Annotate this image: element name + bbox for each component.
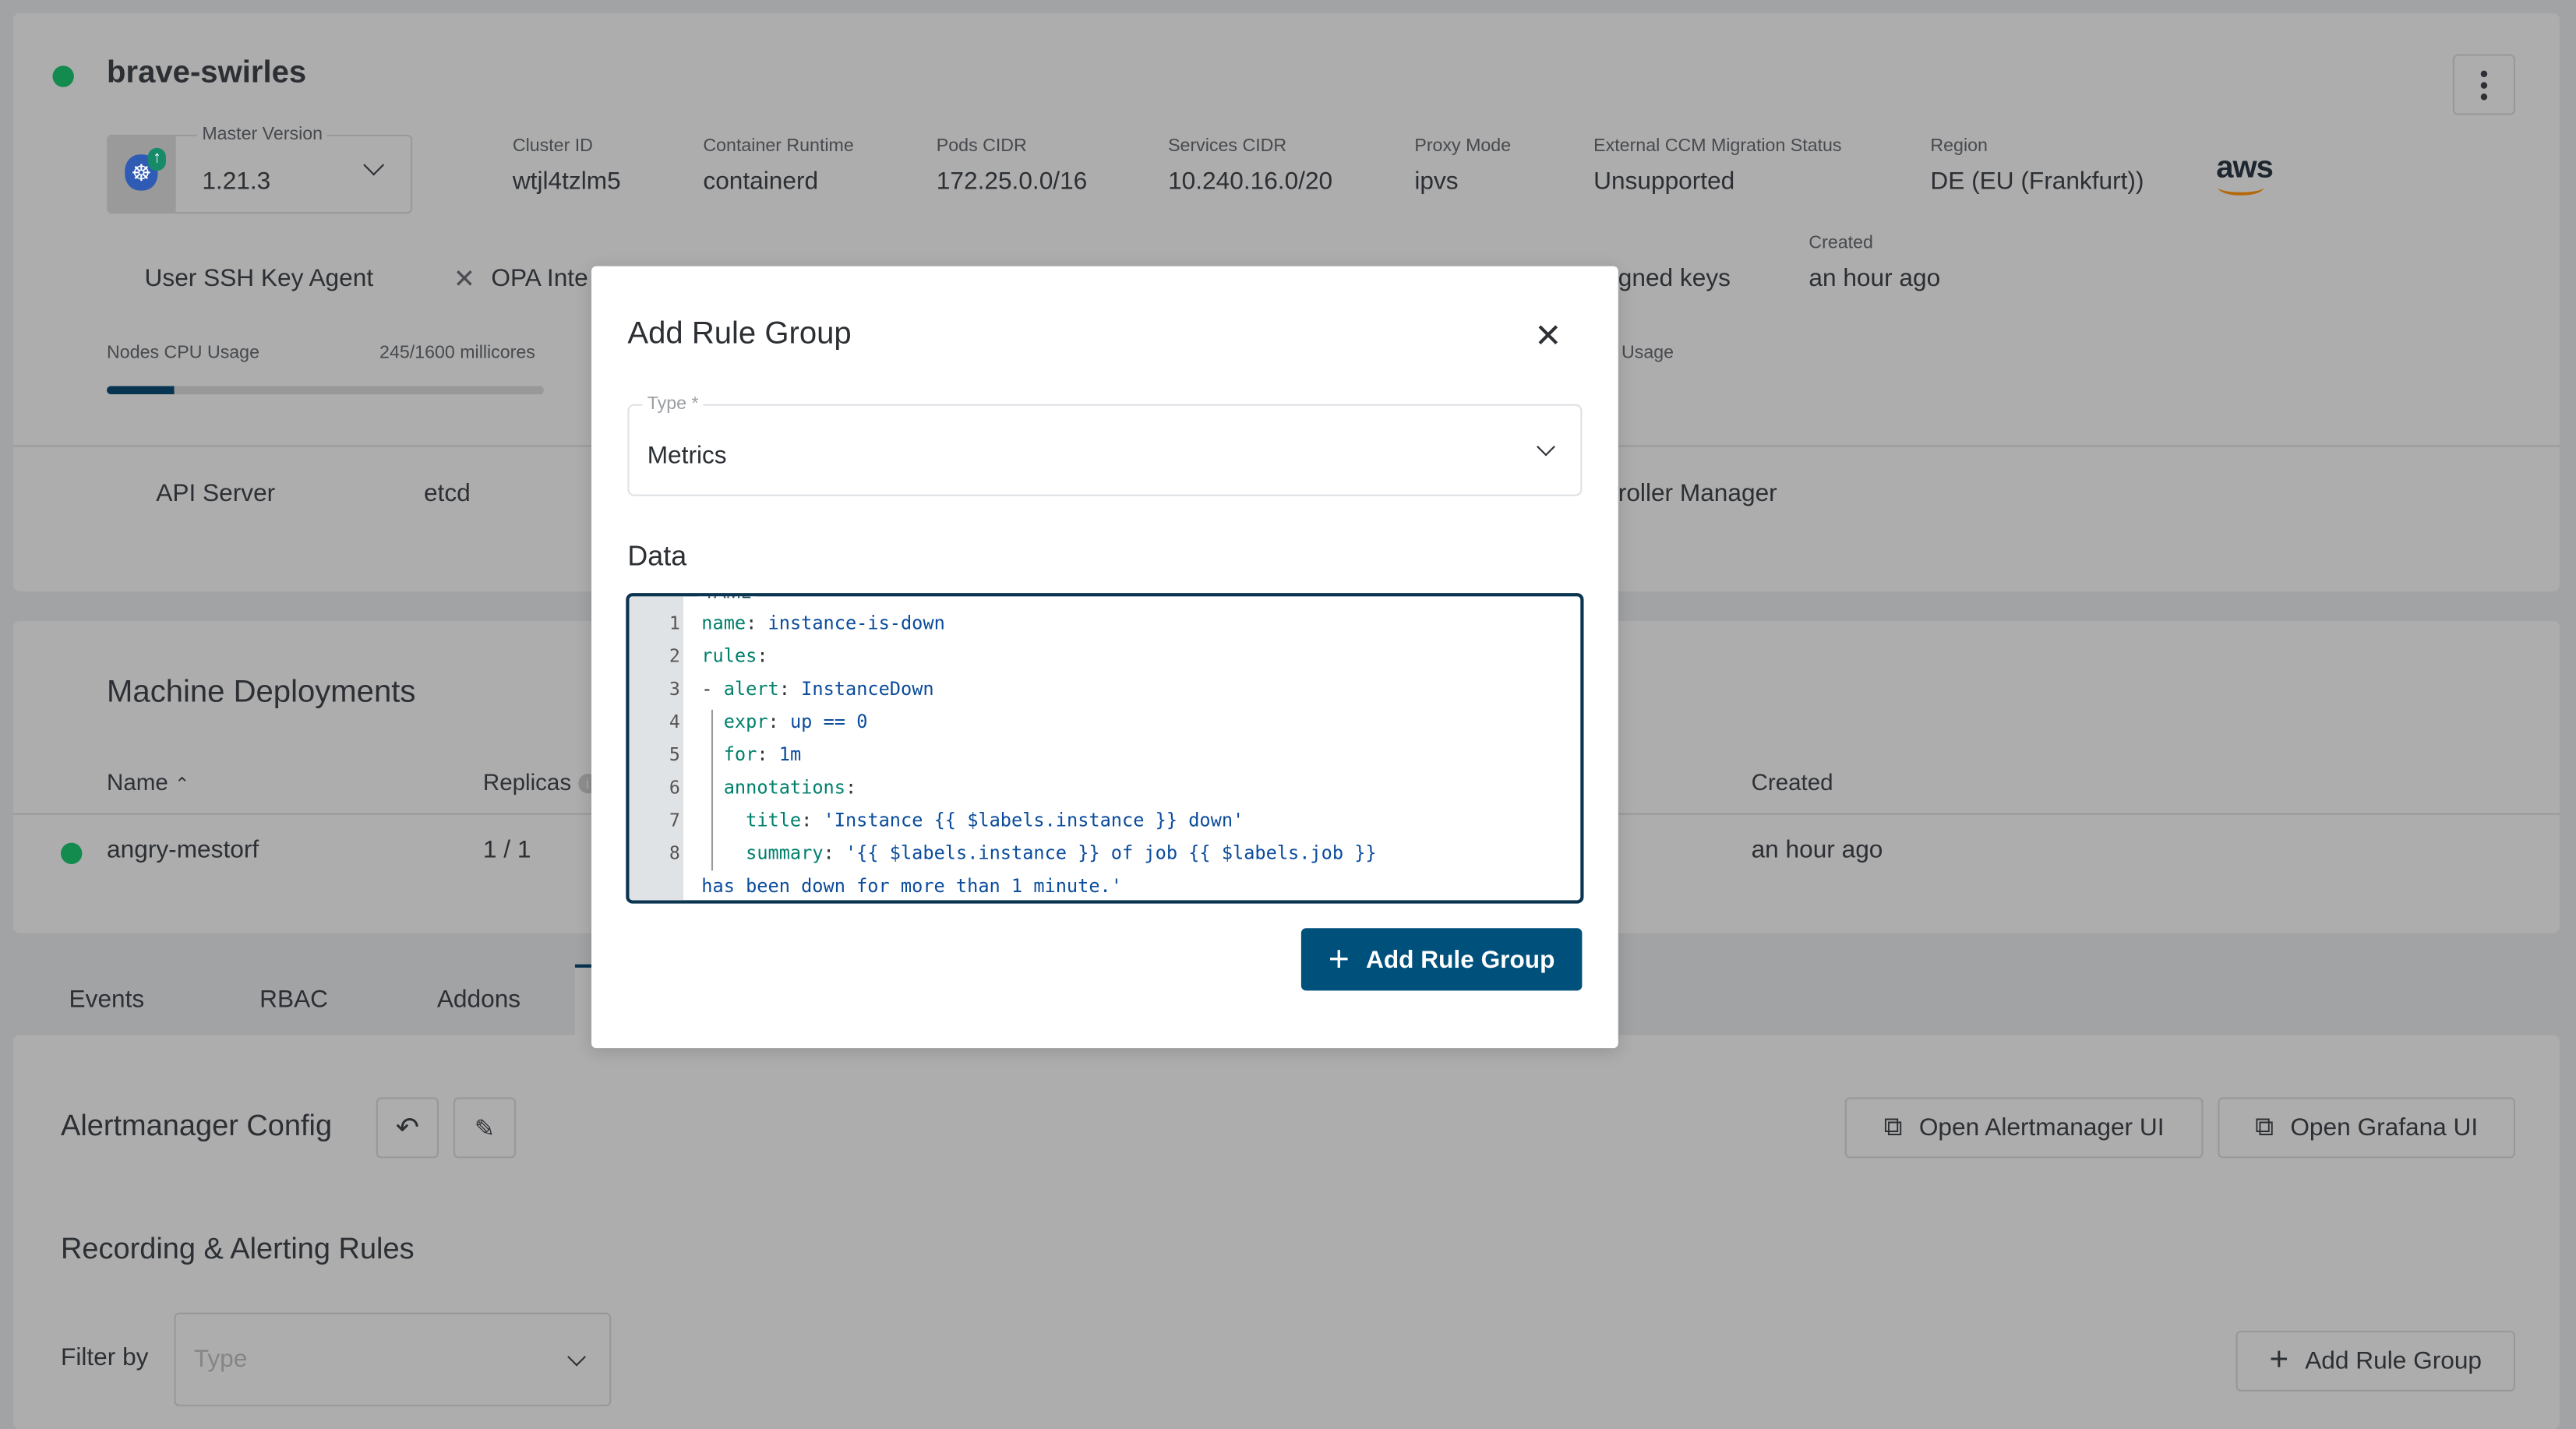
info-label: External CCM Migration Status: [1593, 136, 1842, 157]
cpu-usage-fill: [107, 386, 174, 395]
info-value: DE (EU (Frankfurt)): [1930, 168, 2144, 196]
yaml-editor[interactable]: YAML 1 name: instance-is-down 2 rules: 3- …: [626, 593, 1584, 904]
info-label: Proxy Mode: [1414, 136, 1512, 157]
rules-title: Recording & Alerting Rules: [61, 1232, 415, 1265]
cpu-usage-bar: [107, 386, 544, 395]
cpu-usage-label: Nodes CPU Usage: [107, 343, 259, 363]
master-version-label: Master Version: [197, 125, 328, 145]
master-version-value: 1.21.3: [202, 168, 271, 196]
tab-events[interactable]: Events: [69, 986, 145, 1014]
column-name[interactable]: Name ⌃: [107, 769, 189, 796]
created-label: Created: [1808, 233, 1873, 253]
row-replicas: 1 / 1: [482, 836, 531, 865]
data-label: Data: [627, 540, 687, 572]
editor-legend: YAML: [698, 596, 757, 603]
filter-type-select[interactable]: Type: [174, 1312, 612, 1406]
external-link-icon: ⧉: [2255, 1113, 2274, 1141]
cluster-name: brave-swirles: [107, 55, 307, 90]
info-value: 10.240.16.0/20: [1168, 168, 1333, 196]
type-label: Type *: [642, 394, 704, 415]
sort-asc-icon: ⌃: [175, 775, 190, 796]
add-rule-group-dialog: Add Rule Group ✕ Type * Metrics Data YAM…: [591, 266, 1618, 1049]
info-label: Cluster ID: [512, 136, 593, 157]
info-value: Unsupported: [1593, 168, 1735, 196]
chevron-down-icon: [1537, 437, 1555, 457]
info-label: Pods CIDR: [936, 136, 1027, 157]
component-api-server: API Server: [156, 479, 276, 508]
dialog-title: Add Rule Group: [627, 316, 852, 352]
tab-rbac[interactable]: RBAC: [259, 986, 328, 1014]
feature-signed-keys: gned keys: [1618, 264, 1731, 293]
open-alertmanager-button[interactable]: ⧉ Open Alertmanager UI: [1844, 1097, 2204, 1159]
page: brave-swirles ☸ ↑ Master Version 1.21.3 …: [0, 0, 2576, 1429]
type-value: Metrics: [647, 442, 727, 471]
chevron-down-icon: [567, 1347, 586, 1367]
created-value: an hour ago: [1808, 264, 1941, 293]
plus-icon: +: [1328, 937, 1350, 979]
row-created: an hour ago: [1751, 836, 1883, 865]
tab-addons[interactable]: Addons: [437, 986, 520, 1014]
column-name-label: Name: [107, 768, 168, 796]
column-replicas: Replicas i: [483, 769, 598, 795]
feature-opa-integration: OPA Inte: [491, 264, 588, 293]
type-select[interactable]: Type * Metrics: [627, 394, 1583, 496]
kubernetes-upgrade-icon: ☸ ↑: [108, 136, 176, 212]
external-link-icon: ⧉: [1883, 1113, 1903, 1141]
reset-config-button[interactable]: ↶: [376, 1097, 439, 1159]
edit-config-button[interactable]: ✎: [453, 1097, 517, 1159]
pencil-icon: ✎: [474, 1114, 496, 1143]
plus-icon: +: [2269, 1342, 2289, 1378]
info-label: Region: [1930, 136, 1988, 157]
cpu-usage-value: 245/1600 millicores: [379, 343, 535, 363]
component-etcd: etcd: [423, 479, 471, 508]
master-version-select[interactable]: ☸ ↑ Master Version 1.21.3: [107, 125, 413, 214]
memory-usage-label: Usage: [1621, 343, 1674, 363]
submit-add-rule-group-button[interactable]: + Add Rule Group: [1300, 928, 1583, 991]
aws-logo: aws: [2214, 151, 2280, 203]
cluster-status-dot: [52, 65, 74, 87]
component-controller-manager: roller Manager: [1618, 479, 1777, 508]
feature-user-ssh-key-agent: User SSH Key Agent: [144, 264, 374, 293]
add-rule-group-button[interactable]: + Add Rule Group: [2235, 1330, 2515, 1392]
kebab-icon: [2480, 69, 2488, 100]
info-value: 172.25.0.0/16: [936, 168, 1088, 196]
info-value: wtjl4tzlm5: [512, 168, 621, 196]
close-icon[interactable]: ✕: [1534, 316, 1561, 357]
open-grafana-button[interactable]: ⧉ Open Grafana UI: [2218, 1097, 2515, 1159]
column-created: Created: [1751, 768, 1833, 796]
info-label: Services CIDR: [1168, 136, 1287, 157]
info-label: Container Runtime: [703, 136, 854, 157]
row-name[interactable]: angry-mestorf: [107, 836, 259, 864]
row-status-dot: [61, 842, 83, 865]
alertmanager-config-title: Alertmanager Config: [61, 1109, 333, 1142]
chevron-down-icon: [363, 154, 385, 176]
filter-label: Filter by: [61, 1343, 149, 1372]
info-value: containerd: [703, 168, 819, 196]
machine-deployments-title: Machine Deployments: [107, 675, 416, 710]
disabled-x-icon: ✕: [453, 266, 476, 295]
more-menu-button[interactable]: [2452, 54, 2515, 115]
filter-placeholder: Type: [193, 1345, 248, 1374]
info-value: ipvs: [1414, 168, 1459, 196]
undo-icon: ↶: [395, 1111, 419, 1143]
